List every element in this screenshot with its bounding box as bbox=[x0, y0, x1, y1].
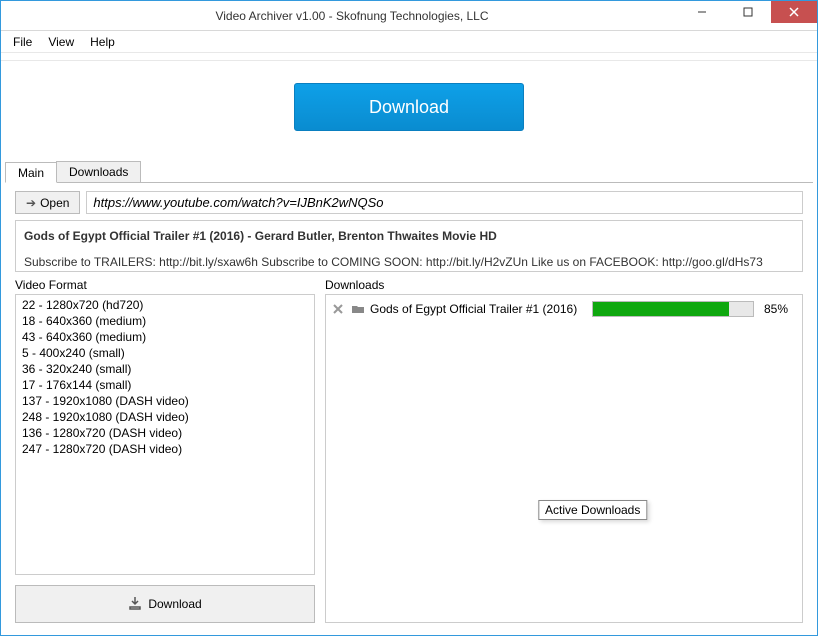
format-item[interactable]: 5 - 400x240 (small) bbox=[16, 345, 314, 361]
download-icon bbox=[128, 596, 142, 613]
app-icon bbox=[9, 8, 25, 24]
folder-icon[interactable] bbox=[350, 301, 366, 317]
titlebar: Video Archiver v1.00 - Skofnung Technolo… bbox=[1, 1, 817, 31]
window-controls bbox=[679, 1, 817, 30]
menu-file[interactable]: File bbox=[5, 33, 40, 51]
progress-fill bbox=[593, 302, 729, 316]
open-button-label: Open bbox=[40, 196, 69, 210]
tab-headers: Main Downloads bbox=[5, 161, 813, 183]
download-row[interactable]: Gods of Egypt Official Trailer #1 (2016)… bbox=[330, 299, 798, 319]
format-item[interactable]: 248 - 1920x1080 (DASH video) bbox=[16, 409, 314, 425]
format-item[interactable]: 17 - 176x144 (small) bbox=[16, 377, 314, 393]
tab-downloads[interactable]: Downloads bbox=[56, 161, 141, 182]
cancel-icon[interactable] bbox=[330, 301, 346, 317]
toolbar-strip bbox=[1, 53, 817, 61]
window-title: Video Archiver v1.00 - Skofnung Technolo… bbox=[25, 9, 679, 23]
tab-main-content: ➔ Open Gods of Egypt Official Trailer #1… bbox=[5, 183, 813, 631]
download-button-small-label: Download bbox=[148, 597, 201, 611]
description-box[interactable]: Gods of Egypt Official Trailer #1 (2016)… bbox=[15, 220, 803, 272]
minimize-button[interactable] bbox=[679, 1, 725, 23]
url-row: ➔ Open bbox=[15, 191, 803, 214]
format-item[interactable]: 36 - 320x240 (small) bbox=[16, 361, 314, 377]
downloads-column: Downloads Gods of Egypt Official Trailer… bbox=[325, 278, 803, 623]
download-button-small[interactable]: Download bbox=[15, 585, 315, 623]
maximize-button[interactable] bbox=[725, 1, 771, 23]
download-item-name: Gods of Egypt Official Trailer #1 (2016)… bbox=[370, 302, 580, 316]
columns: Video Format 22 - 1280x720 (hd720) 18 - … bbox=[15, 278, 803, 623]
progress-bar bbox=[592, 301, 754, 317]
format-item[interactable]: 43 - 640x360 (medium) bbox=[16, 329, 314, 345]
downloads-box: Gods of Egypt Official Trailer #1 (2016)… bbox=[325, 294, 803, 623]
format-item[interactable]: 22 - 1280x720 (hd720) bbox=[16, 297, 314, 313]
video-format-column: Video Format 22 - 1280x720 (hd720) 18 - … bbox=[15, 278, 315, 623]
downloads-label: Downloads bbox=[325, 278, 803, 292]
format-item[interactable]: 137 - 1920x1080 (DASH video) bbox=[16, 393, 314, 409]
video-description: Subscribe to TRAILERS: http://bit.ly/sxa… bbox=[24, 253, 794, 272]
application-window: Video Archiver v1.00 - Skofnung Technolo… bbox=[0, 0, 818, 636]
format-item[interactable]: 136 - 1280x720 (DASH video) bbox=[16, 425, 314, 441]
main-area: Download Main Downloads ➔ Open Gods of E… bbox=[1, 61, 817, 635]
video-format-list[interactable]: 22 - 1280x720 (hd720) 18 - 640x360 (medi… bbox=[15, 294, 315, 575]
download-banner: Download bbox=[5, 73, 813, 161]
format-item[interactable]: 18 - 640x360 (medium) bbox=[16, 313, 314, 329]
progress-percent: 85% bbox=[758, 302, 798, 316]
arrow-right-icon: ➔ bbox=[26, 196, 36, 210]
video-title: Gods of Egypt Official Trailer #1 (2016)… bbox=[24, 227, 794, 245]
tabs-area: Main Downloads ➔ Open Gods of Egypt Offi… bbox=[5, 161, 813, 631]
url-input[interactable] bbox=[86, 191, 803, 214]
close-button[interactable] bbox=[771, 1, 817, 23]
menu-help[interactable]: Help bbox=[82, 33, 123, 51]
format-item[interactable]: 247 - 1280x720 (DASH video) bbox=[16, 441, 314, 457]
tab-main[interactable]: Main bbox=[5, 162, 57, 183]
video-format-label: Video Format bbox=[15, 278, 315, 292]
tooltip-active-downloads: Active Downloads bbox=[538, 500, 647, 520]
menu-view[interactable]: View bbox=[40, 33, 82, 51]
open-button[interactable]: ➔ Open bbox=[15, 191, 80, 214]
menubar: File View Help bbox=[1, 31, 817, 53]
download-button-large[interactable]: Download bbox=[294, 83, 524, 131]
